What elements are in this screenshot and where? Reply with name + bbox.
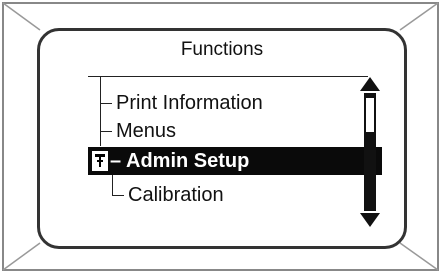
tree-branch-calibration [112,195,124,196]
tree-branch-print [100,103,112,104]
scrollbar[interactable] [360,77,380,227]
menu-item-label: Admin Setup [126,150,250,172]
arrow-up-icon[interactable] [360,77,380,91]
menu-item-admin-setup[interactable]: – Admin Setup [88,147,382,175]
scrollbar-track[interactable] [364,93,376,211]
tree-line-top [88,76,368,77]
menu-item-label: Calibration [128,184,224,206]
menu-item-label: Print Information [116,92,263,114]
menu-item-menus[interactable]: Menus [116,119,176,143]
tree-line-vertical-top [100,76,101,146]
menu-item-calibration[interactable]: Calibration [128,183,224,207]
menu-item-prefix: – [110,150,122,172]
arrow-down-icon[interactable] [360,213,380,227]
screen-title: Functions [180,39,264,60]
tree-line-vertical-bottom [112,175,113,195]
menu-item-label: Menus [116,120,177,142]
lcd-screen: Functions Print Information Menus – Admi… [37,28,407,249]
tree-branch-menus [100,131,112,132]
menu-item-print-information[interactable]: Print Information [116,91,263,115]
lock-icon [92,151,108,171]
scrollbar-thumb[interactable] [365,97,375,133]
